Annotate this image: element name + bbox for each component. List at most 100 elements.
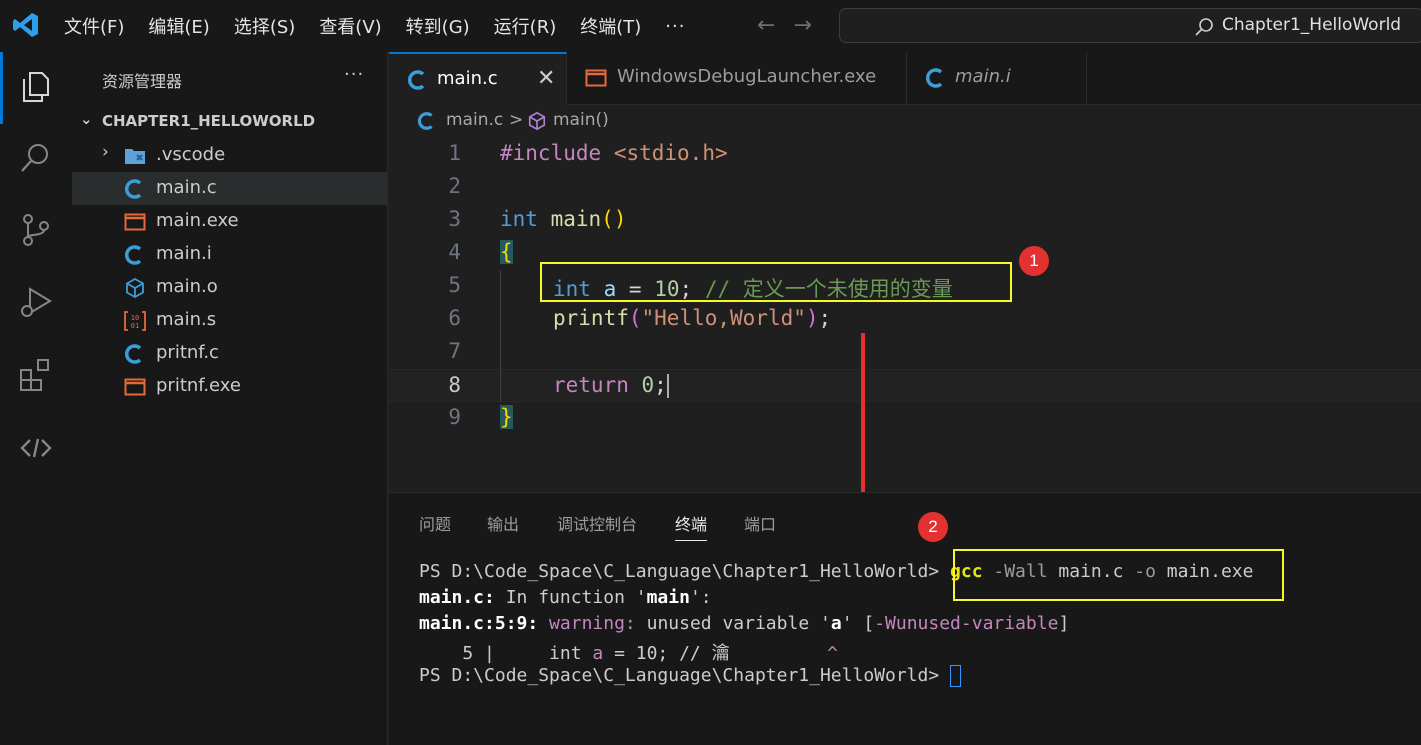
tab-output[interactable]: 输出 bbox=[487, 511, 519, 535]
menu-selection[interactable]: 选择(S) bbox=[234, 13, 295, 39]
code-text: #include <stdio.h> bbox=[500, 141, 728, 165]
breadcrumb-symbol[interactable]: main() bbox=[553, 110, 609, 130]
tree-item-pritnf-c[interactable]: pritnf.c bbox=[72, 337, 387, 370]
exe-file-icon bbox=[585, 69, 607, 87]
svg-text:10: 10 bbox=[131, 314, 139, 322]
tab-terminal[interactable]: 终端 bbox=[675, 511, 708, 541]
tree-item-label: main.c bbox=[156, 177, 217, 198]
search-icon[interactable] bbox=[18, 140, 54, 176]
line-number: 1 bbox=[448, 141, 461, 165]
tree-item-label: main.s bbox=[156, 309, 217, 330]
search-text: Chapter1_HelloWorld bbox=[1222, 15, 1402, 35]
title-bar: 文件(F) 编辑(E) 选择(S) 查看(V) 转到(G) 运行(R) 终端(T… bbox=[0, 0, 1421, 52]
exe-file-icon bbox=[124, 378, 146, 396]
tab-debug-console[interactable]: 调试控制台 bbox=[557, 511, 637, 535]
c-file-icon bbox=[407, 70, 425, 90]
active-indicator bbox=[0, 52, 3, 124]
search-icon bbox=[1195, 18, 1213, 36]
tree-item-main-exe[interactable]: main.exe bbox=[72, 205, 387, 238]
menu-terminal[interactable]: 终端(T) bbox=[580, 13, 641, 39]
tree-item-label: pritnf.c bbox=[156, 342, 219, 363]
tree-item-main-s[interactable]: 10 01 main.s bbox=[72, 304, 387, 337]
workspace-folder[interactable]: ⌄ CHAPTER1_HELLOWORLD bbox=[72, 110, 388, 136]
line-number: 7 bbox=[448, 339, 461, 363]
tab-problems[interactable]: 问题 bbox=[419, 511, 451, 535]
code-text: printf("Hello,World"); bbox=[553, 306, 832, 330]
code-line: 9 } bbox=[389, 402, 1421, 435]
object-file-icon bbox=[126, 277, 144, 299]
source-control-icon[interactable] bbox=[18, 212, 54, 248]
explorer-more-button[interactable]: ··· bbox=[344, 64, 364, 85]
menu-edit[interactable]: 编辑(E) bbox=[148, 13, 209, 39]
close-icon[interactable]: ✕ bbox=[537, 66, 555, 91]
remote-explorer-icon[interactable] bbox=[18, 430, 54, 466]
c-file-icon bbox=[124, 245, 142, 265]
asm-file-icon: 10 01 bbox=[124, 311, 146, 331]
method-cube-icon bbox=[528, 111, 546, 131]
editor-tabs: main.c ✕ WindowsDebugLauncher.exe main.i bbox=[389, 52, 1421, 105]
explorer-title: 资源管理器 bbox=[102, 72, 183, 91]
tree-item-main-o[interactable]: main.o bbox=[72, 271, 387, 304]
code-editor[interactable]: 1 #include <stdio.h> 2 3 int main() 4 { … bbox=[389, 138, 1421, 488]
vscode-logo-icon bbox=[13, 13, 38, 37]
explorer-icon[interactable] bbox=[18, 69, 54, 105]
activity-bar bbox=[0, 52, 72, 745]
back-arrow-icon[interactable]: ← bbox=[757, 13, 775, 38]
menu-go[interactable]: 转到(G) bbox=[406, 13, 470, 39]
line-number: 5 bbox=[448, 273, 461, 297]
text-cursor bbox=[666, 374, 669, 398]
annotation-box-2 bbox=[953, 549, 1284, 601]
tree-item-label: main.o bbox=[156, 276, 218, 297]
command-center-search[interactable]: Chapter1_HelloWorld bbox=[839, 8, 1421, 43]
bottom-panel: 问题 输出 调试控制台 终端 端口 PS D:\Code_Space\C_Lan… bbox=[389, 492, 1421, 745]
line-number: 3 bbox=[448, 207, 461, 231]
menu-run[interactable]: 运行(R) bbox=[494, 13, 557, 39]
tree-item-label: main.exe bbox=[156, 210, 239, 231]
tab-ports[interactable]: 端口 bbox=[744, 511, 776, 535]
workspace-folder-name: CHAPTER1_HELLOWORLD bbox=[102, 112, 316, 130]
chevron-right-icon: › bbox=[102, 142, 109, 162]
breadcrumb-file[interactable]: main.c bbox=[446, 110, 503, 130]
menu-more-button[interactable]: ··· bbox=[665, 16, 685, 37]
tab-label: main.i bbox=[955, 66, 1011, 87]
tab-main-c[interactable]: main.c ✕ bbox=[389, 52, 567, 105]
code-line: 3 int main() bbox=[389, 204, 1421, 237]
line-number: 6 bbox=[448, 306, 461, 330]
tree-item-main-c[interactable]: main.c bbox=[72, 172, 387, 205]
code-line: 6 printf("Hello,World"); bbox=[389, 303, 1421, 336]
extensions-icon[interactable] bbox=[18, 357, 54, 393]
tab-label: WindowsDebugLauncher.exe bbox=[617, 66, 877, 87]
line-number: 8 bbox=[448, 373, 461, 397]
breadcrumb-separator: > bbox=[509, 110, 524, 130]
c-file-icon bbox=[925, 68, 943, 88]
terminal-line: main.c:5:9: warning: unused variable 'a'… bbox=[419, 613, 1070, 634]
terminal-line: PS D:\Code_Space\C_Language\Chapter1_Hel… bbox=[419, 665, 962, 691]
terminal-cursor bbox=[950, 665, 962, 687]
tab-main-i[interactable]: main.i bbox=[907, 52, 1087, 105]
line-number: 4 bbox=[448, 240, 461, 264]
tree-item-main-i[interactable]: main.i bbox=[72, 238, 387, 271]
nav-arrows: ← → bbox=[757, 13, 812, 38]
menu-file[interactable]: 文件(F) bbox=[64, 13, 124, 39]
forward-arrow-icon[interactable]: → bbox=[793, 13, 811, 38]
tree-item-label: .vscode bbox=[156, 144, 226, 165]
explorer-sidebar: 资源管理器 ··· ⌄ CHAPTER1_HELLOWORLD › .vscod… bbox=[72, 52, 388, 745]
tab-windowsdebuglauncher[interactable]: WindowsDebugLauncher.exe bbox=[567, 52, 907, 105]
code-line-current: 8 return 0; bbox=[389, 369, 1421, 402]
menu-view[interactable]: 查看(V) bbox=[319, 13, 381, 39]
annotation-badge-2: 2 bbox=[918, 512, 948, 542]
tree-item-vscode[interactable]: › .vscode bbox=[72, 139, 387, 172]
menu-bar: 文件(F) 编辑(E) 选择(S) 查看(V) 转到(G) 运行(R) 终端(T… bbox=[64, 0, 709, 52]
code-text: return 0; bbox=[553, 373, 669, 398]
annotation-badge-1: 1 bbox=[1019, 246, 1049, 276]
tree-item-pritnf-exe[interactable]: pritnf.exe bbox=[72, 370, 387, 403]
code-text: int main() bbox=[500, 207, 627, 231]
terminal-line: 5 | int a = 10; // 瀹 ^ bbox=[419, 643, 838, 664]
code-line: 7 bbox=[389, 336, 1421, 369]
terminal-line: main.c: In function 'main': bbox=[419, 587, 712, 608]
c-file-icon bbox=[124, 344, 142, 364]
c-file-icon bbox=[417, 112, 433, 130]
tab-label: main.c bbox=[437, 68, 498, 89]
code-line: 2 bbox=[389, 171, 1421, 204]
run-debug-icon[interactable] bbox=[18, 284, 54, 320]
